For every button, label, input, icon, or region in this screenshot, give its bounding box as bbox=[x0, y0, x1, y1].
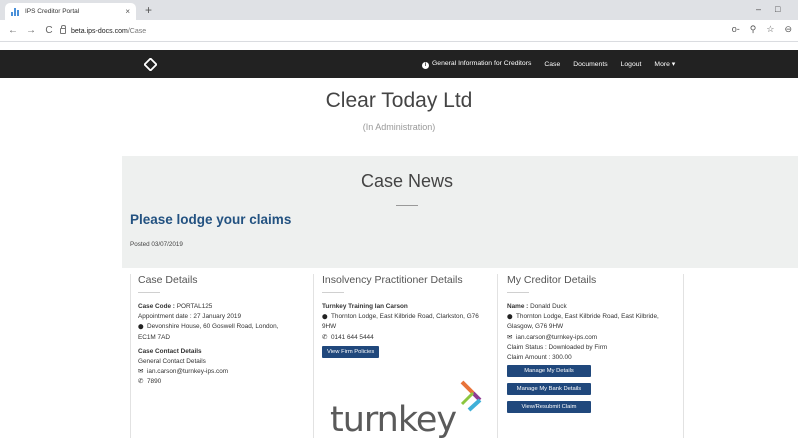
account-icon[interactable]: ⊖ bbox=[784, 24, 792, 35]
panel-title: Case Details bbox=[138, 274, 198, 286]
ip-address-line1: Thornton Lodge, East Kilbride Road, Clar… bbox=[331, 313, 479, 321]
creditor-name-value: Donald Duck bbox=[530, 303, 567, 310]
view-firm-policies-button[interactable]: View Firm Policies bbox=[322, 345, 380, 358]
column-divider bbox=[130, 274, 131, 438]
divider bbox=[138, 292, 160, 293]
lock-icon bbox=[60, 25, 66, 34]
turnkey-logo-mark-icon bbox=[460, 380, 482, 412]
appointment-date: Appointment date : 27 January 2019 bbox=[138, 313, 242, 321]
url-host: beta.ips-docs.com bbox=[71, 27, 128, 35]
nav-general-info-label: General Information for Creditors bbox=[432, 59, 532, 67]
panel-title: Insolvency Practitioner Details bbox=[322, 274, 463, 286]
tab-title: IPS Creditor Portal bbox=[25, 8, 80, 15]
nav-case[interactable]: Case bbox=[544, 61, 560, 68]
restore-icon[interactable]: □ bbox=[775, 4, 780, 14]
creditor-address-line2: Glasgow, G76 9HW bbox=[507, 323, 564, 331]
site-navbar: i General Information for Creditors Case … bbox=[0, 50, 798, 78]
key-icon[interactable]: o- bbox=[732, 24, 740, 35]
nav-more[interactable]: More ▾ bbox=[654, 60, 675, 68]
address-bar: ← → C beta.ips-docs.com/Case o- ⚲ ☆ ⊖ bbox=[0, 20, 798, 42]
phone-icon: ✆ bbox=[322, 333, 328, 341]
minimize-icon[interactable]: – bbox=[756, 4, 761, 14]
case-code-value: PORTAL125 bbox=[176, 303, 213, 310]
mail-icon: ✉ bbox=[507, 333, 513, 341]
map-pin-icon: ⬤ bbox=[507, 314, 513, 321]
case-address-line1: Devonshire House, 60 Goswell Road, Londo… bbox=[147, 323, 279, 331]
ip-name: Turnkey Training Ian Carson bbox=[322, 303, 408, 310]
divider bbox=[507, 292, 529, 293]
map-pin-icon: ⬤ bbox=[138, 324, 144, 331]
turnkey-logo-text: turnkey bbox=[330, 400, 457, 438]
column-divider bbox=[497, 274, 498, 438]
site-favicon-icon bbox=[11, 7, 19, 16]
company-name: Clear Today Ltd bbox=[325, 89, 473, 112]
turnkey-logo: turnkey bbox=[330, 380, 490, 438]
case-details-panel: Case Details Case Code : PORTAL125 Appoi… bbox=[138, 274, 308, 438]
case-code-label: Case Code : bbox=[138, 303, 175, 310]
creditor-name-label: Name : bbox=[507, 303, 529, 310]
company-status: (In Administration) bbox=[362, 122, 436, 132]
tab-close-icon[interactable]: × bbox=[125, 7, 130, 16]
ip-phone: 0141 644 5444 bbox=[331, 333, 374, 341]
url-path: /Case bbox=[127, 27, 147, 35]
case-contact-heading: Case Contact Details bbox=[138, 347, 202, 355]
case-news-title: Case News bbox=[360, 171, 454, 191]
nav-documents[interactable]: Documents bbox=[573, 61, 607, 68]
divider bbox=[396, 205, 418, 206]
view-resubmit-claim-button[interactable]: View/Resubmit Claim bbox=[507, 401, 591, 414]
back-icon[interactable]: ← bbox=[8, 25, 18, 36]
url-field[interactable]: beta.ips-docs.com/Case bbox=[60, 24, 146, 38]
bookmark-star-icon[interactable]: ☆ bbox=[766, 24, 774, 35]
creditor-email[interactable]: ian.carson@turnkey-ips.com bbox=[516, 334, 597, 341]
reload-icon[interactable]: C bbox=[44, 25, 54, 36]
nav-general-info[interactable]: i General Information for Creditors bbox=[422, 60, 531, 69]
creditor-details-panel: My Creditor Details Name : Donald Duck ⬤… bbox=[507, 274, 679, 438]
ip-address-line2: 9HW bbox=[322, 323, 337, 331]
claim-amount: Claim Amount : 300.00 bbox=[507, 354, 572, 362]
case-contact-email[interactable]: ian.carson@turnkey-ips.com bbox=[147, 368, 228, 375]
case-address-line2: EC1M 7AD bbox=[138, 333, 170, 341]
browser-tab-bar: IPS Creditor Portal × + – □ bbox=[0, 0, 798, 20]
column-divider bbox=[683, 274, 684, 438]
news-posted-date: Posted 03/07/2019 bbox=[130, 241, 183, 248]
manage-bank-details-button[interactable]: Manage My Bank Details bbox=[507, 383, 591, 396]
info-icon: i bbox=[422, 61, 429, 69]
panel-title: My Creditor Details bbox=[507, 274, 597, 286]
nav-logout[interactable]: Logout bbox=[621, 61, 642, 68]
news-headline[interactable]: Please lodge your claims bbox=[130, 212, 291, 227]
column-divider bbox=[313, 274, 314, 438]
phone-icon: ✆ bbox=[138, 378, 144, 386]
creditor-address-line1: Thornton Lodge, East Kilbride Road, East… bbox=[516, 313, 659, 321]
mail-icon: ✉ bbox=[138, 368, 144, 376]
site-logo-icon[interactable] bbox=[144, 58, 157, 71]
case-news-section: Case News Please lodge your claims Poste… bbox=[122, 156, 798, 268]
new-tab-button[interactable]: + bbox=[145, 3, 152, 17]
case-contact-phone: 7890 bbox=[147, 378, 162, 386]
map-pin-icon: ⬤ bbox=[322, 314, 328, 321]
divider bbox=[322, 292, 344, 293]
browser-tab[interactable]: IPS Creditor Portal × bbox=[5, 3, 136, 20]
case-contact-general: General Contact Details bbox=[138, 358, 206, 366]
forward-icon[interactable]: → bbox=[26, 25, 36, 36]
claim-status: Claim Status : Downloaded by Firm bbox=[507, 343, 608, 351]
manage-my-details-button[interactable]: Manage My Details bbox=[507, 365, 591, 378]
zoom-icon[interactable]: ⚲ bbox=[750, 24, 757, 35]
